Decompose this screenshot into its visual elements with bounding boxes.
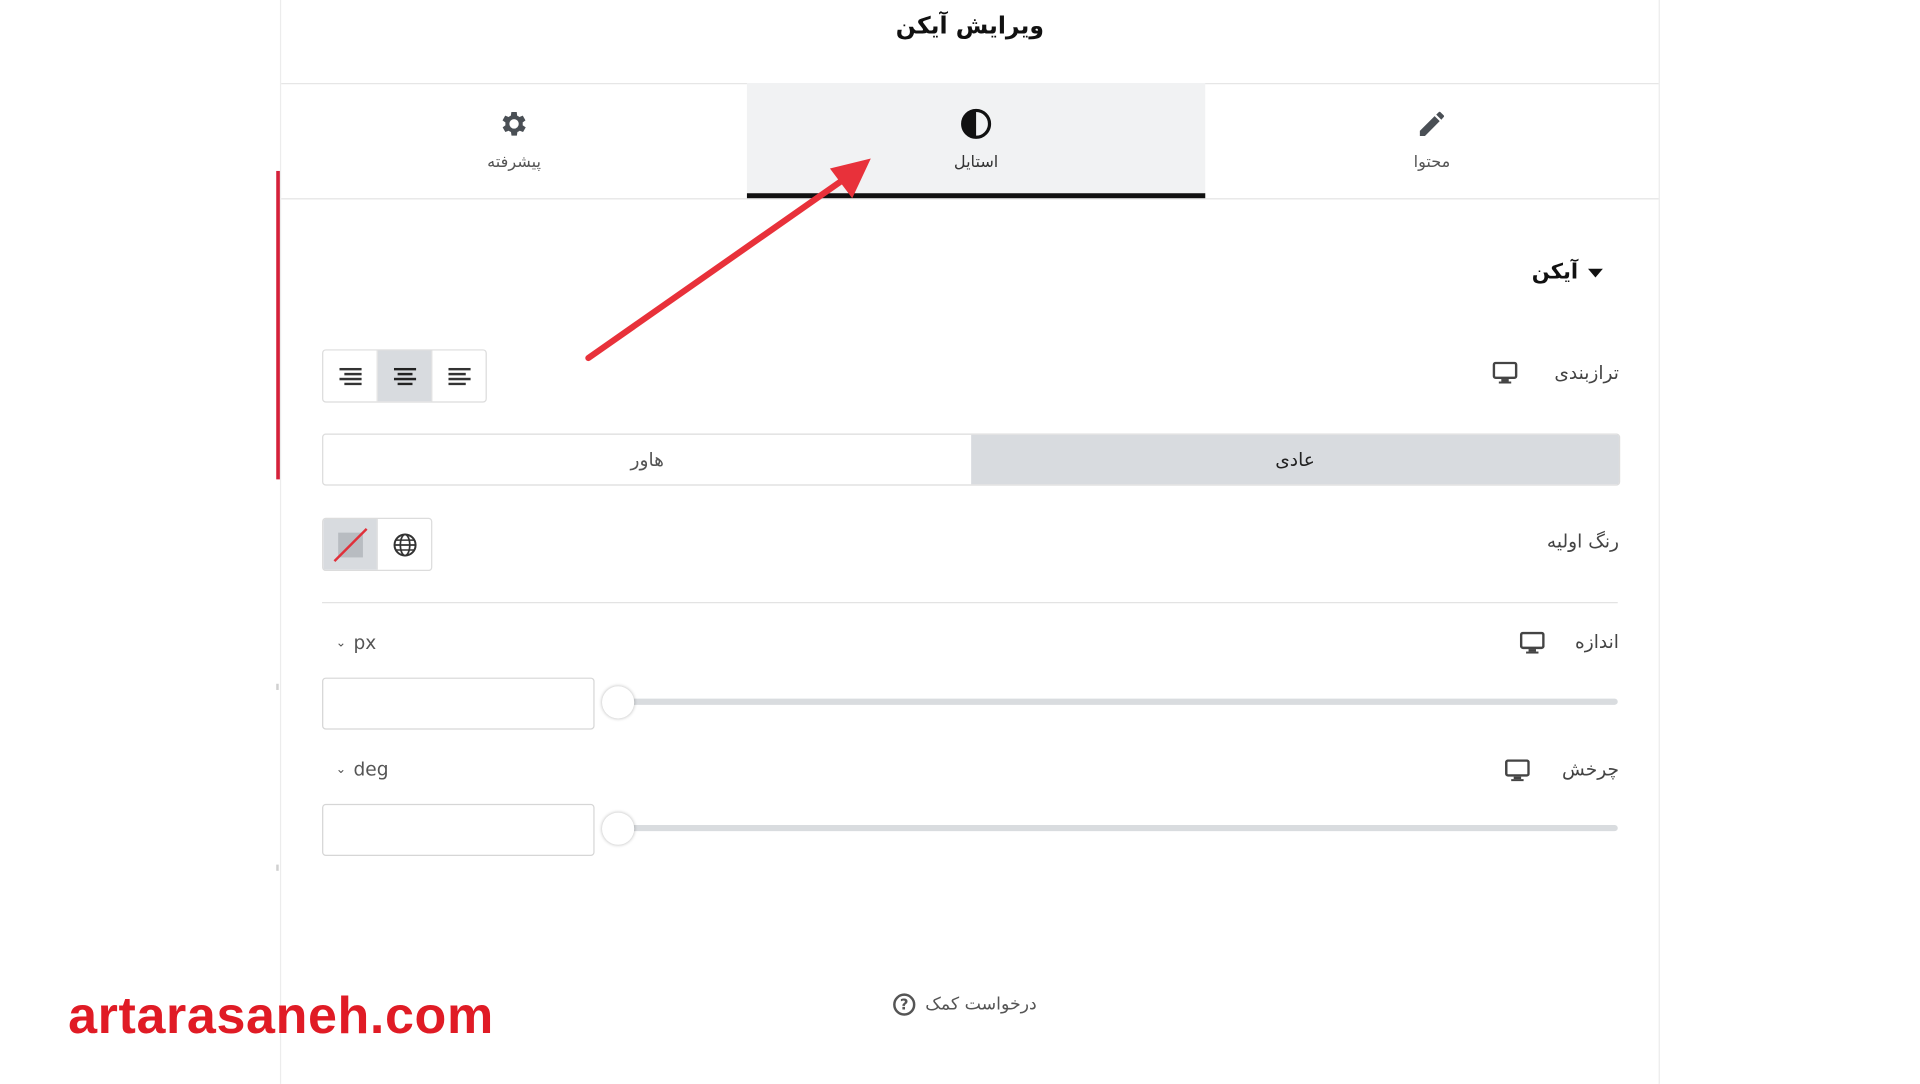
- hover-tab[interactable]: هاور: [323, 435, 971, 485]
- pencil-icon: [1419, 111, 1444, 136]
- rotation-slider-track[interactable]: [618, 824, 1618, 832]
- alignment-label: ترازبندی: [1554, 361, 1619, 384]
- rotation-input[interactable]: [322, 803, 595, 856]
- align-left-button[interactable]: [432, 351, 485, 402]
- primary-color-control: [322, 517, 433, 572]
- empty-color-swatch-icon: [332, 527, 367, 562]
- tab-advanced[interactable]: پیشرفته: [281, 83, 747, 198]
- size-input[interactable]: [322, 677, 595, 730]
- desktop-icon[interactable]: [1519, 631, 1545, 654]
- normal-tab[interactable]: عادی: [971, 434, 1619, 485]
- size-unit-value: px: [353, 631, 377, 655]
- desktop-icon[interactable]: [1492, 361, 1518, 384]
- align-center-button[interactable]: [377, 350, 433, 402]
- tab-style[interactable]: استایل: [746, 82, 1206, 199]
- size-slider-track[interactable]: [618, 698, 1618, 705]
- global-colors-button[interactable]: [378, 519, 431, 570]
- editor-panel: ویرایش آیکن پیشرفته استایل محتوا آیکن تر…: [279, 0, 1660, 1084]
- tab-advanced-label: پیشرفته: [487, 153, 541, 173]
- help-link[interactable]: ? درخواست کمک: [893, 993, 1037, 1016]
- tab-bar: پیشرفته استایل محتوا: [281, 82, 1659, 200]
- primary-color-label: رنگ اولیه: [1546, 530, 1619, 553]
- section-title: آیکن: [1531, 260, 1579, 285]
- globe-icon: [392, 532, 416, 556]
- tab-content-label: محتوا: [1413, 153, 1451, 173]
- tab-style-label: استایل: [953, 153, 999, 173]
- gear-icon: [502, 112, 526, 136]
- edge-tick: [276, 683, 279, 690]
- no-color-slash-icon: [332, 527, 367, 562]
- align-right-icon: [338, 367, 362, 385]
- state-toggle: هاور عادی: [322, 433, 1621, 486]
- align-right-button[interactable]: [323, 350, 378, 402]
- desktop-icon[interactable]: [1505, 759, 1530, 782]
- section-header-icon[interactable]: آیکن: [1532, 260, 1603, 285]
- color-picker-button[interactable]: [323, 519, 378, 570]
- caret-down-icon: [1588, 268, 1603, 277]
- align-left-icon: [447, 367, 471, 385]
- chevron-down-icon: ⌄: [335, 636, 347, 650]
- size-label: اندازه: [1575, 630, 1619, 653]
- edge-tick: [276, 864, 279, 871]
- rotation-unit-value: deg: [353, 758, 389, 781]
- help-label: درخواست کمک: [925, 994, 1037, 1015]
- half-circle-icon: [961, 108, 992, 139]
- align-center-icon: [393, 367, 416, 385]
- size-slider-handle[interactable]: [602, 686, 635, 719]
- rotation-slider-handle[interactable]: [602, 812, 635, 845]
- size-unit-select[interactable]: ⌄ px: [336, 632, 377, 654]
- watermark-text: artarasaneh.com: [68, 986, 494, 1045]
- section-divider: [322, 602, 1618, 604]
- question-circle-icon: ?: [893, 993, 916, 1016]
- tab-content[interactable]: محتوا: [1205, 83, 1658, 198]
- chevron-down-icon: ⌄: [335, 762, 347, 777]
- rotation-label: چرخش: [1562, 758, 1619, 781]
- alignment-buttons: [322, 349, 487, 403]
- rotation-unit-select[interactable]: ⌄ deg: [336, 758, 389, 780]
- panel-title: ویرایش آیکن: [895, 12, 1045, 40]
